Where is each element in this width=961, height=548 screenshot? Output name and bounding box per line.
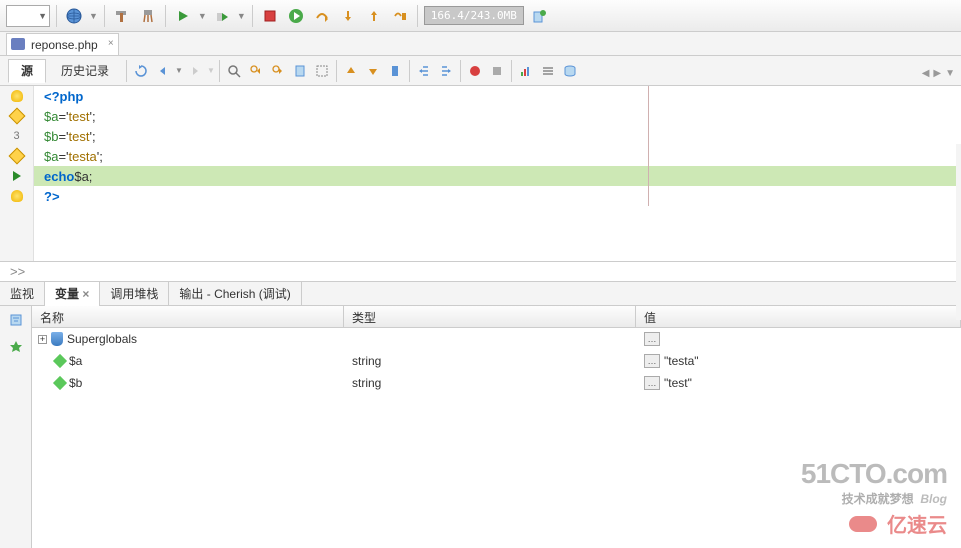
bookmark-icon[interactable] <box>290 61 310 81</box>
file-tab-label: reponse.php <box>31 38 98 52</box>
run-to-cursor-icon[interactable] <box>389 5 411 27</box>
expand-icon[interactable]: + <box>38 335 47 344</box>
close-icon[interactable]: × <box>82 287 89 301</box>
warning-icon <box>8 108 25 125</box>
tab-watch[interactable]: 监视 <box>0 282 45 306</box>
warning-icon <box>8 148 25 165</box>
close-icon[interactable]: × <box>108 38 114 49</box>
stop-icon[interactable] <box>259 5 281 27</box>
variables-panel: 名称 类型 值 +Superglobals … $a string …"test… <box>0 306 961 548</box>
tab-callstack[interactable]: 调用堆栈 <box>100 282 169 306</box>
debug-icon[interactable] <box>211 5 233 27</box>
ellipsis-icon[interactable]: … <box>644 376 660 390</box>
code-area[interactable]: <?php $a='test'; $b='test'; $a='testa'; … <box>34 86 961 261</box>
tab-variables[interactable]: 变量 × <box>45 282 100 306</box>
file-tabs: reponse.php × ◀ ▶ ▼ <box>0 32 961 56</box>
nav-right-icon[interactable]: ▶ <box>933 68 941 79</box>
macro-record-icon[interactable] <box>465 61 485 81</box>
config-dropdown[interactable]: ▼ <box>6 5 50 27</box>
refresh-icon[interactable] <box>131 61 151 81</box>
step-over-icon[interactable] <box>311 5 333 27</box>
nav-left-icon[interactable]: ◀ <box>922 68 930 79</box>
find-next-icon[interactable] <box>268 61 288 81</box>
prev-bookmark-icon[interactable] <box>341 61 361 81</box>
tab-source[interactable]: 源 <box>8 59 46 83</box>
globe-icon[interactable] <box>63 5 85 27</box>
shift-left-icon[interactable] <box>414 61 434 81</box>
vars-header: 名称 类型 值 <box>32 306 961 328</box>
code-editor[interactable]: 3 <?php $a='test'; $b='test'; $a='testa'… <box>0 86 961 262</box>
step-into-icon[interactable] <box>337 5 359 27</box>
back-icon[interactable] <box>153 61 173 81</box>
col-name[interactable]: 名称 <box>32 306 344 327</box>
memory-indicator: 166.4/243.0MB <box>424 6 524 25</box>
gc-icon[interactable] <box>528 5 550 27</box>
current-line-icon <box>13 171 21 181</box>
line-number: 3 <box>13 130 19 142</box>
ellipsis-icon[interactable]: … <box>644 354 660 368</box>
file-tab-reponse[interactable]: reponse.php × <box>6 33 119 55</box>
find-icon[interactable] <box>224 61 244 81</box>
vars-sidebar <box>0 306 32 548</box>
col-type[interactable]: 类型 <box>344 306 636 327</box>
macro-stop-icon[interactable] <box>487 61 507 81</box>
forward-icon[interactable] <box>185 61 205 81</box>
chart-icon[interactable] <box>516 61 536 81</box>
breadcrumb[interactable]: >> <box>0 262 961 282</box>
scrollbar[interactable] <box>956 144 961 320</box>
bulb-icon <box>11 90 23 102</box>
shield-icon <box>51 332 63 346</box>
shift-right-icon[interactable] <box>436 61 456 81</box>
var-row-b[interactable]: $b string …"test" <box>32 372 961 394</box>
php-file-icon <box>11 38 25 50</box>
print-margin <box>648 86 649 206</box>
find-prev-icon[interactable] <box>246 61 266 81</box>
bottom-tabs: 监视 变量 × 调用堆栈 输出 - Cherish (调试) <box>0 282 961 306</box>
lines-icon[interactable] <box>538 61 558 81</box>
col-value[interactable]: 值 <box>636 306 961 327</box>
continue-icon[interactable] <box>285 5 307 27</box>
editor-subtabs: 源 历史记录 ▼ ▼ <box>0 56 961 86</box>
var-row-a[interactable]: $a string …"testa" <box>32 350 961 372</box>
clean-icon[interactable] <box>137 5 159 27</box>
filter-icon[interactable] <box>6 310 26 330</box>
select-icon[interactable] <box>312 61 332 81</box>
ellipsis-icon[interactable]: … <box>644 332 660 346</box>
toggle-bookmark-icon[interactable] <box>385 61 405 81</box>
main-toolbar: ▼ ▼ ▼ ▼ 166.4/243.0MB <box>0 0 961 32</box>
editor-gutter: 3 <box>0 86 34 261</box>
tab-output[interactable]: 输出 - Cherish (调试) <box>169 282 301 306</box>
tab-nav: ◀ ▶ ▼ <box>922 68 955 79</box>
vars-table: 名称 类型 值 +Superglobals … $a string …"test… <box>32 306 961 548</box>
diamond-icon <box>53 376 67 390</box>
run-icon[interactable] <box>172 5 194 27</box>
tab-history[interactable]: 历史记录 <box>48 59 122 83</box>
bulb-icon <box>11 190 23 202</box>
db-icon[interactable] <box>560 61 580 81</box>
add-watch-icon[interactable] <box>6 336 26 356</box>
diamond-icon <box>53 354 67 368</box>
var-row-superglobals[interactable]: +Superglobals … <box>32 328 961 350</box>
hammer-icon[interactable] <box>111 5 133 27</box>
next-bookmark-icon[interactable] <box>363 61 383 81</box>
step-out-icon[interactable] <box>363 5 385 27</box>
nav-menu-icon[interactable]: ▼ <box>945 68 955 79</box>
